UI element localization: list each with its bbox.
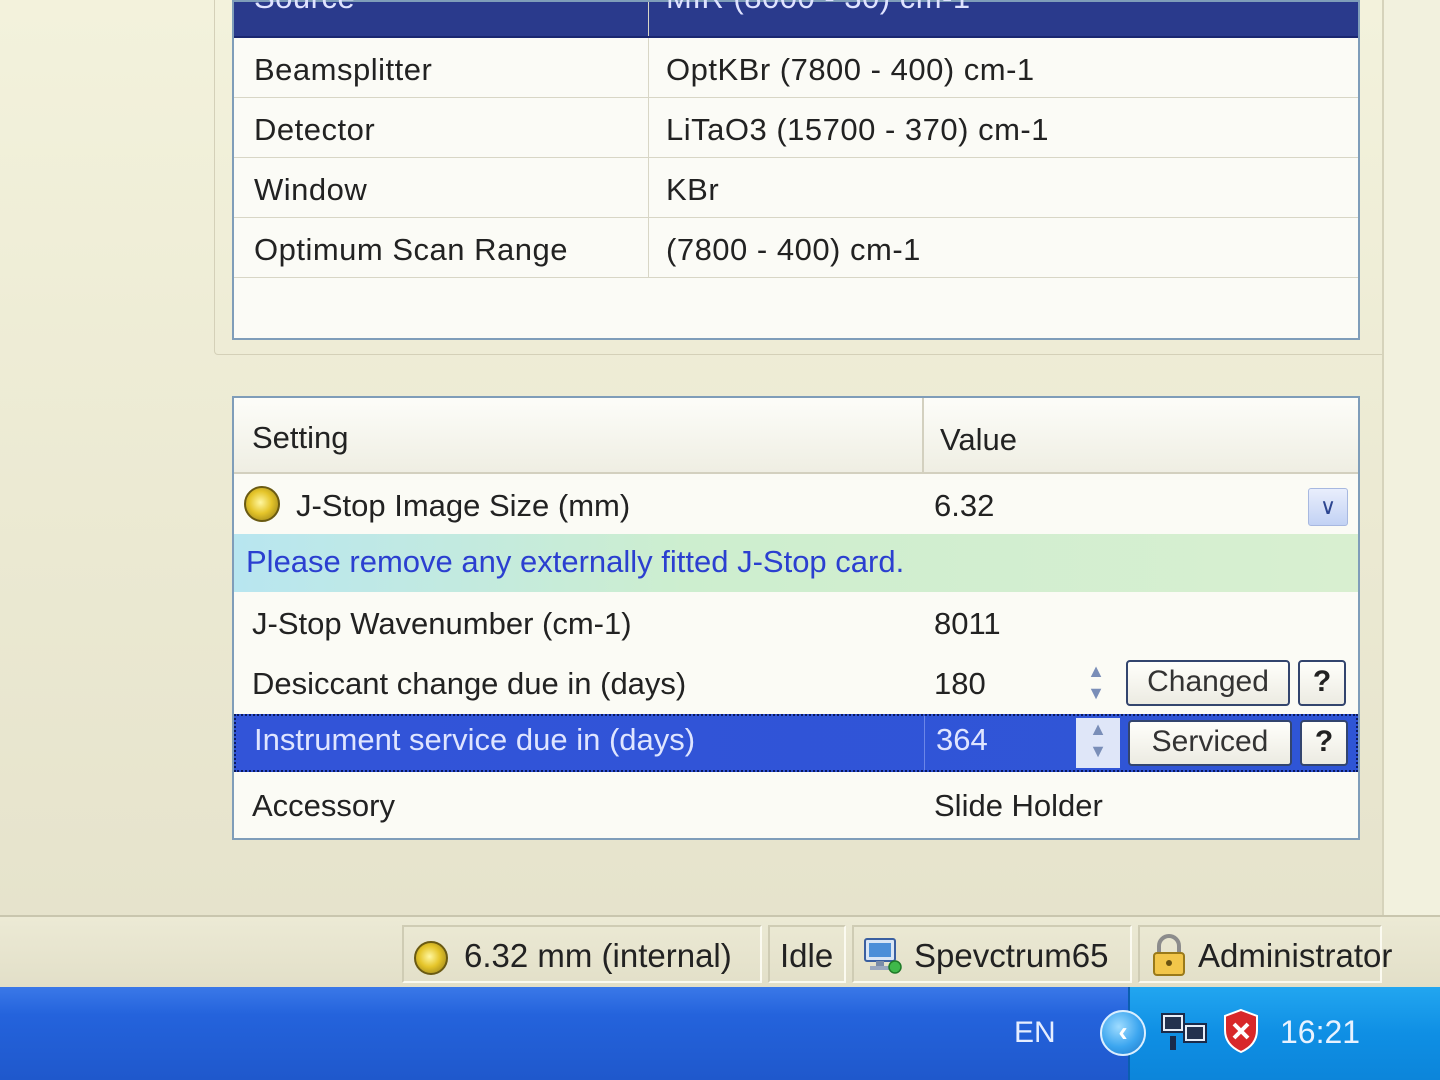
setting-label: Instrument service due in (days): [254, 722, 696, 757]
show-hidden-icons-icon[interactable]: ‹: [1100, 1010, 1146, 1056]
column-header-setting[interactable]: Setting: [252, 420, 349, 456]
info-value: KBr: [666, 172, 720, 207]
info-value: (7800 - 400) cm-1: [666, 232, 921, 267]
desiccant-help-button[interactable]: ?: [1298, 660, 1346, 706]
status-instrument-panel: Spevctrum65: [852, 925, 1132, 983]
setting-label: Accessory: [252, 788, 395, 823]
info-row-scan-range[interactable]: Optimum Scan Range (7800 - 400) cm-1: [234, 218, 1358, 278]
desiccant-spinner[interactable]: ▲ ▼: [1074, 660, 1118, 710]
setting-row-service[interactable]: Instrument service due in (days) 364 ▲ ▼ …: [234, 714, 1358, 772]
info-key: Source: [254, 0, 355, 16]
column-divider: [924, 716, 925, 770]
clock[interactable]: 16:21: [1280, 1014, 1360, 1051]
info-key: Optimum Scan Range: [254, 232, 568, 267]
info-key: Detector: [254, 112, 376, 147]
status-bar: 6.32 mm (internal) Idle Spevctrum65 Admi…: [0, 915, 1440, 987]
computer-icon: [864, 938, 902, 974]
column-header-divider[interactable]: [922, 398, 924, 472]
column-divider: [648, 98, 649, 157]
info-row-window[interactable]: Window KBr: [234, 158, 1358, 218]
status-user-text: Administrator: [1198, 937, 1393, 974]
network-icon[interactable]: [1160, 1010, 1210, 1056]
column-divider: [648, 218, 649, 277]
status-instrument-text: Spevctrum65: [914, 937, 1109, 974]
column-divider: [648, 38, 649, 97]
setting-value: Slide Holder: [934, 788, 1103, 823]
info-row-beamsplitter[interactable]: Beamsplitter OptKBr (7800 - 400) cm-1: [234, 38, 1358, 98]
status-jstop-panel: 6.32 mm (internal): [402, 925, 762, 983]
column-divider: [648, 158, 649, 217]
status-user-panel: Administrator: [1138, 925, 1392, 983]
jstop-icon: [244, 486, 280, 522]
setting-row-jstop-size[interactable]: J-Stop Image Size (mm) 6.32 ∨: [234, 474, 1358, 534]
changed-button[interactable]: Changed: [1126, 660, 1290, 706]
chevron-down-icon[interactable]: ∨: [1308, 488, 1348, 526]
lock-icon: [1153, 934, 1185, 976]
info-value: MIR (8000 - 30) cm-1: [666, 0, 971, 16]
notice-text: Please remove any externally fitted J-St…: [246, 544, 905, 579]
security-shield-icon[interactable]: [1222, 1008, 1260, 1054]
setting-row-accessory[interactable]: Accessory Slide Holder: [234, 774, 1358, 834]
setting-value: 8011: [934, 606, 1001, 641]
info-value: LiTaO3 (15700 - 370) cm-1: [666, 112, 1049, 147]
status-state-panel: Idle: [768, 925, 846, 983]
status-state-text: Idle: [780, 937, 834, 974]
setting-row-desiccant[interactable]: Desiccant change due in (days) 180 ▲ ▼ Ch…: [234, 652, 1358, 712]
language-indicator[interactable]: EN: [1014, 1016, 1056, 1050]
service-help-button[interactable]: ?: [1300, 720, 1348, 766]
info-row-detector[interactable]: Detector LiTaO3 (15700 - 370) cm-1: [234, 98, 1358, 158]
desiccant-days-input[interactable]: 180: [934, 666, 986, 702]
service-days-input[interactable]: 364: [936, 722, 988, 758]
info-key: Window: [254, 172, 368, 207]
jstop-icon: [414, 941, 448, 975]
instrument-info-table: Source MIR (8000 - 30) cm-1 Beamsplitter…: [232, 0, 1360, 340]
setting-label: Desiccant change due in (days): [252, 666, 687, 701]
column-divider: [648, 2, 649, 36]
info-value: OptKBr (7800 - 400) cm-1: [666, 52, 1035, 87]
service-spinner[interactable]: ▲ ▼: [1076, 718, 1120, 768]
jstop-size-select[interactable]: 6.32: [934, 488, 994, 524]
info-row-source[interactable]: Source MIR (8000 - 30) cm-1: [234, 0, 1358, 38]
setting-label: J-Stop Image Size (mm): [296, 488, 631, 523]
setting-label: J-Stop Wavenumber (cm-1): [252, 606, 632, 641]
serviced-button[interactable]: Serviced: [1128, 720, 1292, 766]
settings-grid: Setting Value J-Stop Image Size (mm) 6.3…: [232, 396, 1360, 840]
column-header-value[interactable]: Value: [940, 422, 1017, 458]
setting-row-wavenumber[interactable]: J-Stop Wavenumber (cm-1) 8011: [234, 592, 1358, 652]
info-key: Beamsplitter: [254, 52, 433, 87]
jstop-notice: Please remove any externally fitted J-St…: [234, 534, 1358, 592]
window-right-edge: [1382, 0, 1440, 915]
grid-header: Setting Value: [234, 398, 1358, 474]
status-jstop-text: 6.32 mm (internal): [464, 937, 732, 974]
